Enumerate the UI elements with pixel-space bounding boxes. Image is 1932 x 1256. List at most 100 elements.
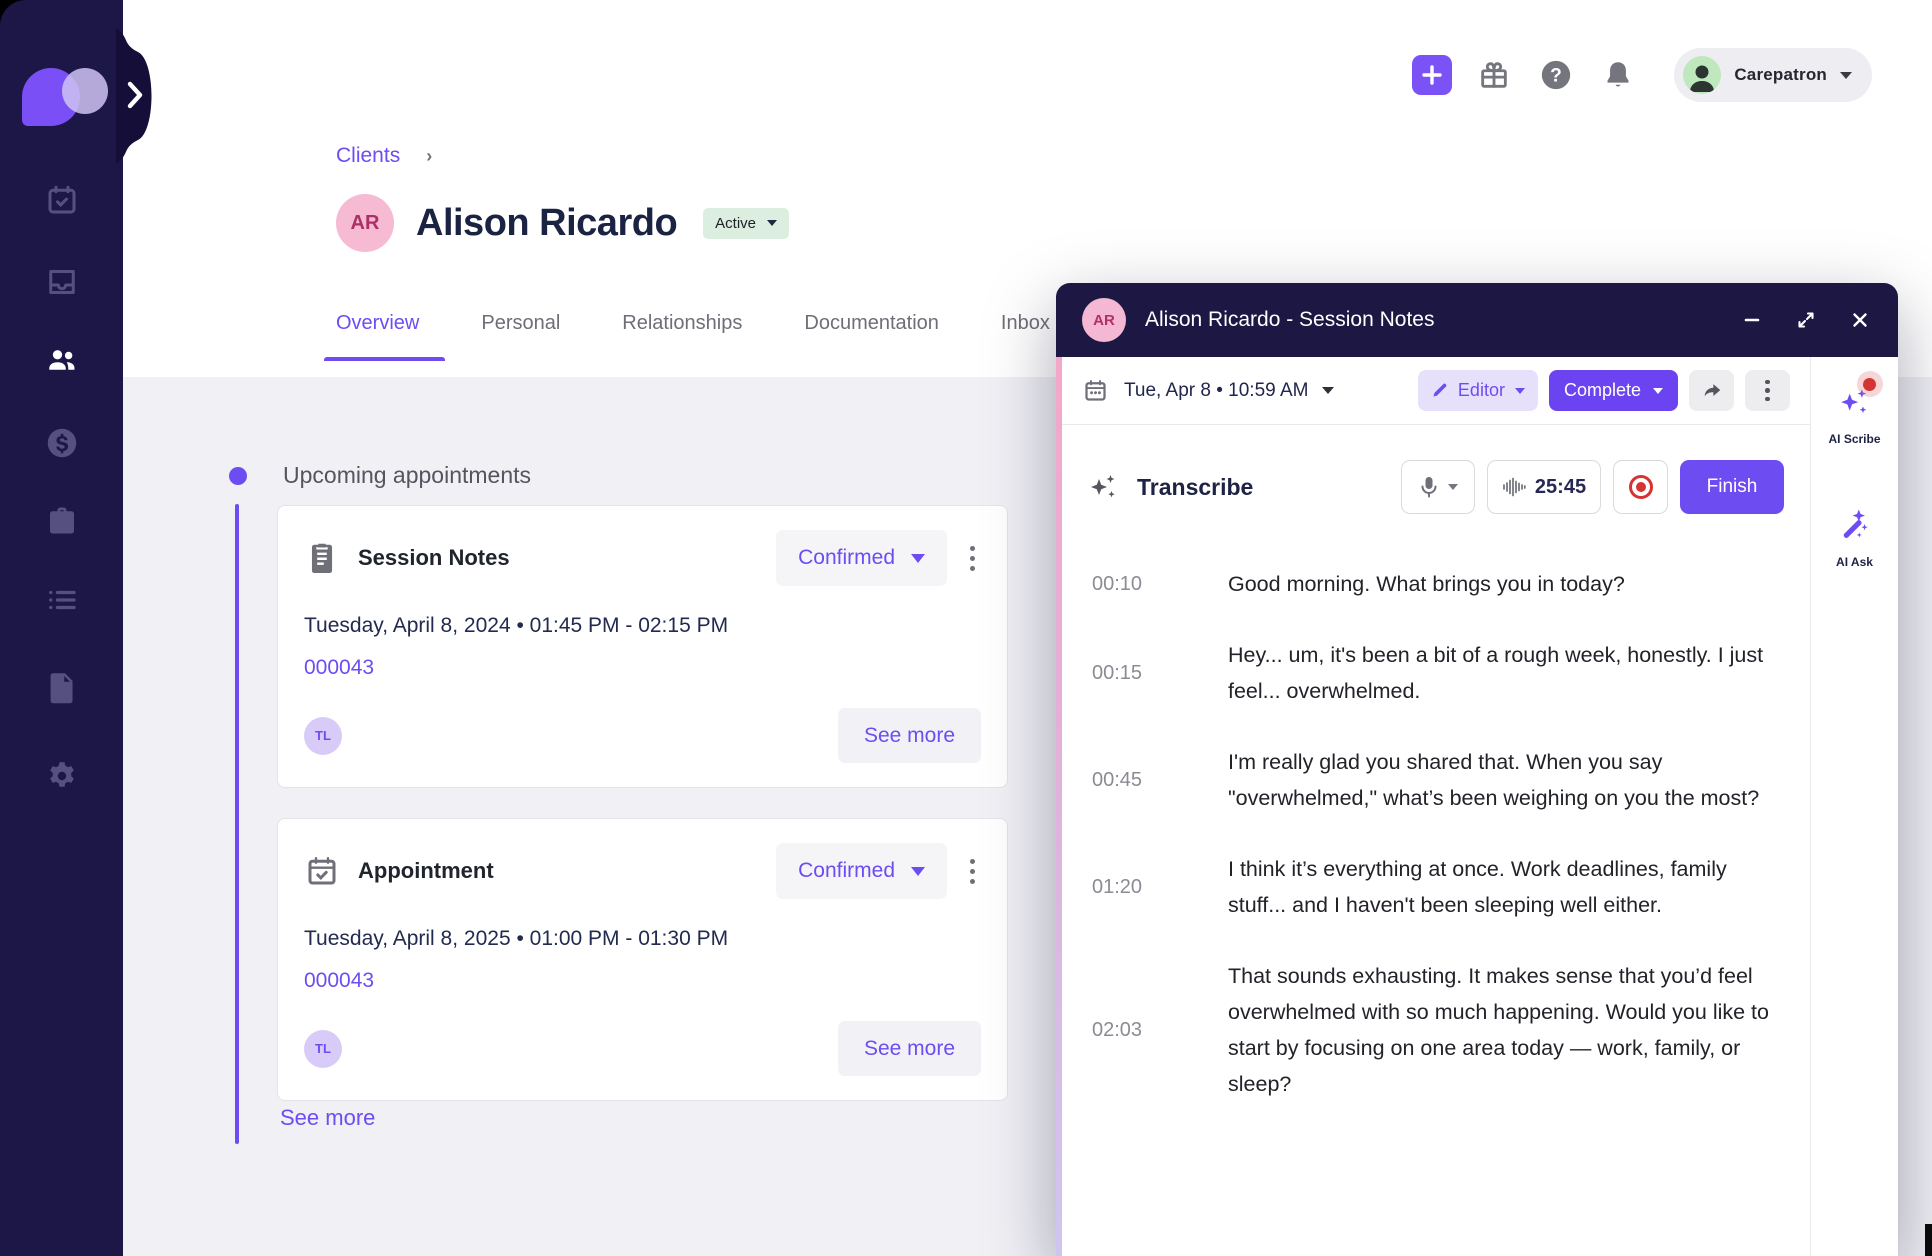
chevron-right-icon: › bbox=[426, 146, 432, 167]
card-menu-button[interactable] bbox=[963, 538, 981, 578]
ai-ask-label: AI Ask bbox=[1836, 555, 1873, 569]
appointment-datetime: Tuesday, April 8, 2024 • 01:45 PM - 02:1… bbox=[304, 614, 981, 638]
plus-icon bbox=[1421, 64, 1443, 86]
rewards-button[interactable] bbox=[1474, 55, 1514, 95]
transcript-text[interactable]: Good morning. What brings you in today? bbox=[1228, 566, 1790, 602]
card-menu-button[interactable] bbox=[963, 851, 981, 891]
recording-timer: 25:45 bbox=[1487, 460, 1601, 514]
create-new-button[interactable] bbox=[1412, 55, 1452, 95]
sidebar-item-clients[interactable] bbox=[0, 334, 123, 386]
carepatron-logo bbox=[22, 68, 106, 128]
modal-header[interactable]: AR Alison Ricardo - Session Notes bbox=[1056, 283, 1898, 357]
see-more-button[interactable]: See more bbox=[838, 708, 981, 763]
editor-mode-button[interactable]: Editor bbox=[1418, 370, 1538, 411]
tab-inbox[interactable]: Inbox bbox=[1001, 312, 1050, 361]
sidebar-item-tasks[interactable] bbox=[0, 574, 123, 626]
transcript-text[interactable]: That sounds exhausting. It makes sense t… bbox=[1228, 958, 1790, 1102]
more-options-button[interactable] bbox=[1745, 370, 1790, 411]
expand-icon bbox=[1796, 310, 1816, 330]
modal-body: Tue, Apr 8 • 10:59 AM Editor Complete bbox=[1056, 357, 1898, 1256]
close-button[interactable] bbox=[1848, 308, 1872, 332]
note-datetime-dropdown[interactable]: Tue, Apr 8 • 10:59 AM bbox=[1124, 380, 1308, 402]
minimize-button[interactable] bbox=[1740, 308, 1764, 332]
chevron-down-icon bbox=[1840, 72, 1852, 79]
timer-value: 25:45 bbox=[1535, 476, 1586, 499]
appointment-datetime: Tuesday, April 8, 2025 • 01:00 PM - 01:3… bbox=[304, 927, 981, 951]
microphone-select-button[interactable] bbox=[1401, 460, 1475, 514]
appointment-card-appointment: Appointment Confirmed Tuesday, April 8, … bbox=[277, 818, 1008, 1101]
status-value: Confirmed bbox=[798, 546, 895, 570]
upcoming-appointments-header: Upcoming appointments bbox=[229, 462, 531, 489]
sidebar-item-billing[interactable] bbox=[0, 417, 123, 469]
microphone-icon bbox=[1419, 475, 1439, 499]
appointment-reference-link[interactable]: 000043 bbox=[304, 656, 374, 680]
see-more-button[interactable]: See more bbox=[838, 1021, 981, 1076]
bell-icon bbox=[1601, 58, 1635, 92]
status-label: Active bbox=[715, 215, 756, 232]
help-button[interactable]: ? bbox=[1536, 55, 1576, 95]
transcript-text[interactable]: I think it’s everything at once. Work de… bbox=[1228, 851, 1790, 923]
chevron-down-icon bbox=[911, 867, 925, 876]
client-title-row: AR Alison Ricardo Active bbox=[336, 194, 789, 252]
ai-tools-rail: AI Scribe AI Ask bbox=[1810, 357, 1898, 1256]
transcript-text[interactable]: I'm really glad you shared that. When yo… bbox=[1228, 744, 1790, 816]
close-icon bbox=[1851, 311, 1869, 329]
tab-relationships[interactable]: Relationships bbox=[622, 312, 742, 361]
client-tabs: Overview Personal Relationships Document… bbox=[336, 312, 1050, 361]
expand-button[interactable] bbox=[1794, 308, 1818, 332]
document-icon bbox=[44, 669, 80, 705]
appointment-reference-link[interactable]: 000043 bbox=[304, 969, 374, 993]
expand-tab-shape bbox=[116, 28, 172, 164]
calendar-check-icon bbox=[304, 853, 340, 889]
section-see-more-link[interactable]: See more bbox=[280, 1105, 375, 1131]
ai-scribe-label: AI Scribe bbox=[1828, 432, 1880, 446]
share-arrow-icon bbox=[1701, 380, 1723, 402]
transcript-entry: 01:20 I think it’s everything at once. W… bbox=[1092, 851, 1790, 923]
client-status-badge[interactable]: Active bbox=[703, 208, 789, 239]
inbox-icon bbox=[44, 264, 80, 300]
timeline-rule bbox=[235, 504, 239, 1144]
help-icon: ? bbox=[1539, 58, 1573, 92]
chevron-down-icon bbox=[1448, 484, 1458, 490]
notifications-button[interactable] bbox=[1598, 55, 1638, 95]
assignee-avatar: TL bbox=[304, 717, 342, 755]
share-button[interactable] bbox=[1689, 370, 1734, 411]
svg-text:?: ? bbox=[1550, 66, 1562, 87]
sidebar-item-settings[interactable] bbox=[0, 750, 123, 802]
status-dropdown[interactable]: Confirmed bbox=[776, 530, 947, 586]
sidebar-expand-handle[interactable] bbox=[116, 28, 172, 164]
complete-button[interactable]: Complete bbox=[1549, 370, 1678, 411]
calendar-check-icon bbox=[44, 182, 80, 218]
tab-overview[interactable]: Overview bbox=[336, 312, 419, 361]
chevron-down-icon bbox=[1515, 388, 1525, 394]
transcript-timestamp: 01:20 bbox=[1092, 876, 1154, 899]
kebab-icon bbox=[1759, 371, 1777, 411]
transcribe-title: Transcribe bbox=[1137, 474, 1253, 501]
transcript-entry: 00:45 I'm really glad you shared that. W… bbox=[1092, 744, 1790, 816]
status-dropdown[interactable]: Confirmed bbox=[776, 843, 947, 899]
section-bullet-icon bbox=[229, 467, 247, 485]
finish-button[interactable]: Finish bbox=[1680, 460, 1784, 514]
transcript-timestamp: 02:03 bbox=[1092, 1019, 1154, 1042]
chevron-down-icon bbox=[1653, 388, 1663, 394]
breadcrumb-clients[interactable]: Clients bbox=[336, 144, 400, 168]
transcript-text[interactable]: Hey... um, it's been a bit of a rough we… bbox=[1228, 637, 1790, 709]
account-menu[interactable]: Carepatron bbox=[1674, 48, 1872, 102]
breadcrumb: Clients › bbox=[336, 144, 432, 168]
sidebar-item-calendar[interactable] bbox=[0, 174, 123, 226]
ai-scribe-button[interactable]: AI Scribe bbox=[1828, 379, 1880, 446]
session-notes-modal: AR Alison Ricardo - Session Notes Tue, A… bbox=[1056, 283, 1898, 1256]
sidebar-item-templates[interactable] bbox=[0, 661, 123, 713]
ai-ask-button[interactable]: AI Ask bbox=[1833, 502, 1877, 569]
tab-documentation[interactable]: Documentation bbox=[804, 312, 939, 361]
client-avatar: AR bbox=[336, 194, 394, 252]
note-main: Tue, Apr 8 • 10:59 AM Editor Complete bbox=[1062, 357, 1810, 1256]
record-button[interactable] bbox=[1613, 460, 1668, 514]
sparkles-icon bbox=[1088, 471, 1120, 503]
chevron-down-icon bbox=[767, 220, 777, 226]
tab-personal[interactable]: Personal bbox=[481, 312, 560, 361]
status-value: Confirmed bbox=[798, 859, 895, 883]
top-actions: ? Carepatron bbox=[1412, 47, 1872, 103]
sidebar-item-services[interactable] bbox=[0, 495, 123, 547]
sidebar-item-inbox[interactable] bbox=[0, 256, 123, 308]
